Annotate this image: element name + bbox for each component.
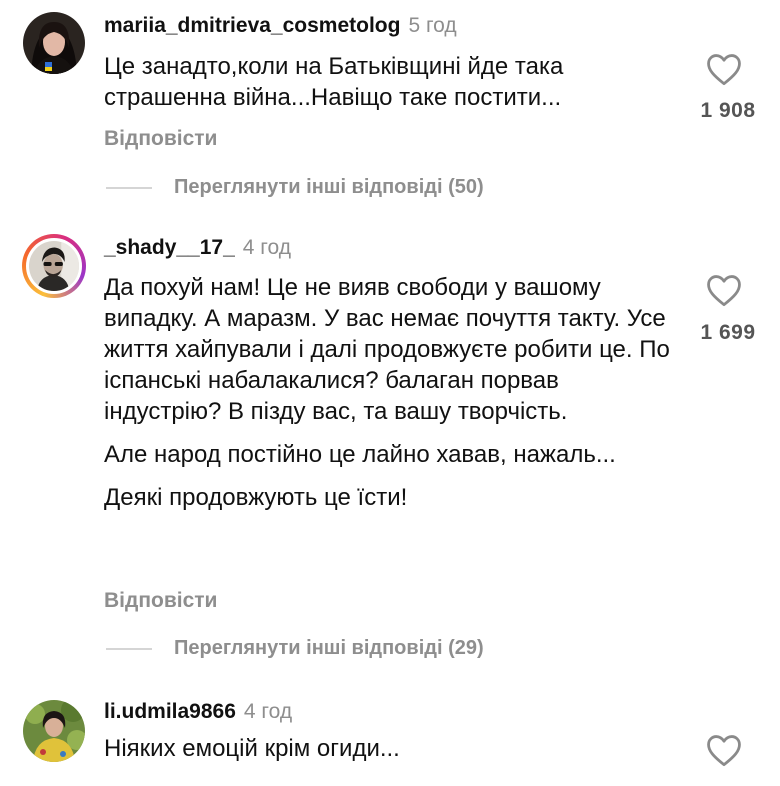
comment-text: Це занадто,коли на Батьківщині йде така … [104,51,674,113]
like-count: 1 699 [700,321,756,344]
avatar-image [23,12,85,74]
divider [106,647,152,650]
heart-outline-icon [707,54,741,86]
view-more-replies-label: Переглянути інші відповіді (50) [174,176,484,198]
comment-paragraph: Але народ постійно це лайно хавав, нажал… [104,441,616,468]
reply-button[interactable]: Відповісти [104,127,217,151]
comment-paragraph: Деякі продовжують це їсти! [104,484,408,511]
heart-outline-icon [707,275,741,307]
comment-timestamp: 4 год [243,700,293,723]
comment-text: Ніяких емоцій крім огиди... [104,733,674,764]
like-count: 1 908 [700,99,756,122]
avatar[interactable] [23,12,85,74]
comment-username[interactable]: li.udmila9866 [104,700,236,723]
comment-timestamp: 4 год [242,236,291,259]
comment-paragraph: Це занадто,коли на Батьківщині йде така … [104,53,564,111]
avatar[interactable] [22,234,86,298]
avatar-inner [26,238,82,294]
comment-timestamp: 5 год [408,14,457,37]
comment-username[interactable]: _shady__17_ [104,236,235,259]
comment-paragraph: Да похуй нам! Це не вияв свободи у вашом… [104,274,670,425]
comment-paragraph: Ніяких емоцій крім огиди... [104,735,400,762]
comment-text: Да похуй нам! Це не вияв свободи у вашом… [104,272,674,513]
divider [106,186,152,189]
view-more-replies[interactable]: Переглянути інші відповіді (50) [106,176,484,199]
like-button[interactable] [705,733,743,767]
avatar[interactable] [23,700,85,762]
like-button[interactable] [705,52,743,86]
like-button[interactable] [705,273,743,307]
avatar-image [23,700,85,762]
reply-button[interactable]: Відповісти [104,589,217,613]
heart-outline-icon [707,735,741,767]
avatar-image [29,241,79,291]
comment-username[interactable]: mariia_dmitrieva_cosmetolog [104,14,400,37]
view-more-replies[interactable]: Переглянути інші відповіді (29) [106,637,484,660]
view-more-replies-label: Переглянути інші відповіді (29) [174,637,484,659]
